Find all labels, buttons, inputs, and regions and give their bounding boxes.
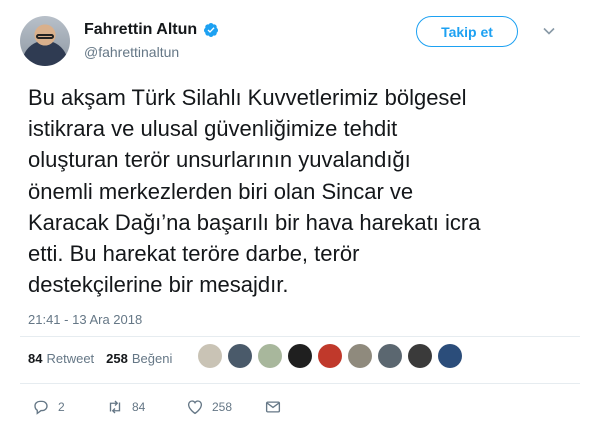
- liker-avatar[interactable]: [348, 344, 372, 368]
- verified-badge-icon: [204, 23, 219, 37]
- retweet-count: 84: [132, 400, 146, 414]
- author-name-row: Fahrettin Altun: [84, 21, 219, 39]
- liker-avatar[interactable]: [318, 344, 342, 368]
- retweets-label[interactable]: Retweet: [46, 351, 94, 366]
- reply-count: 2: [58, 400, 65, 414]
- author-name[interactable]: Fahrettin Altun: [84, 21, 197, 39]
- likes-count[interactable]: 258: [106, 351, 128, 366]
- retweet-icon: [109, 400, 121, 414]
- liker-avatar[interactable]: [288, 344, 312, 368]
- reply-icon: [34, 400, 48, 415]
- liker-avatar[interactable]: [378, 344, 402, 368]
- envelope-icon: [265, 401, 281, 413]
- liker-avatars: [198, 344, 462, 368]
- tweet-actions: 2 84 258: [28, 398, 308, 420]
- follow-button[interactable]: Takip et: [416, 16, 518, 47]
- author-avatar[interactable]: [20, 16, 70, 66]
- retweets-count[interactable]: 84: [28, 351, 42, 366]
- tweet-timestamp[interactable]: 21:41 - 13 Ara 2018: [28, 312, 142, 327]
- liker-avatar[interactable]: [228, 344, 252, 368]
- engagement-stats: 84 Retweet 258 Beğeni: [28, 351, 184, 366]
- tweet-text: Bu akşam Türk Silahlı Kuvvetlerimiz bölg…: [28, 85, 481, 298]
- divider: [20, 383, 580, 384]
- liker-avatar[interactable]: [408, 344, 432, 368]
- author-handle[interactable]: @fahrettinaltun: [84, 44, 179, 60]
- direct-message-button[interactable]: [264, 398, 282, 416]
- liker-avatar[interactable]: [438, 344, 462, 368]
- like-count: 258: [212, 400, 233, 414]
- reply-button[interactable]: 2: [32, 398, 65, 416]
- liker-avatar[interactable]: [198, 344, 222, 368]
- liker-avatar[interactable]: [258, 344, 282, 368]
- like-button[interactable]: 258: [186, 398, 232, 416]
- chevron-down-icon[interactable]: [542, 24, 556, 38]
- likes-label[interactable]: Beğeni: [132, 351, 172, 366]
- divider: [20, 336, 580, 337]
- heart-icon: [187, 400, 203, 415]
- retweet-button[interactable]: 84: [106, 398, 145, 416]
